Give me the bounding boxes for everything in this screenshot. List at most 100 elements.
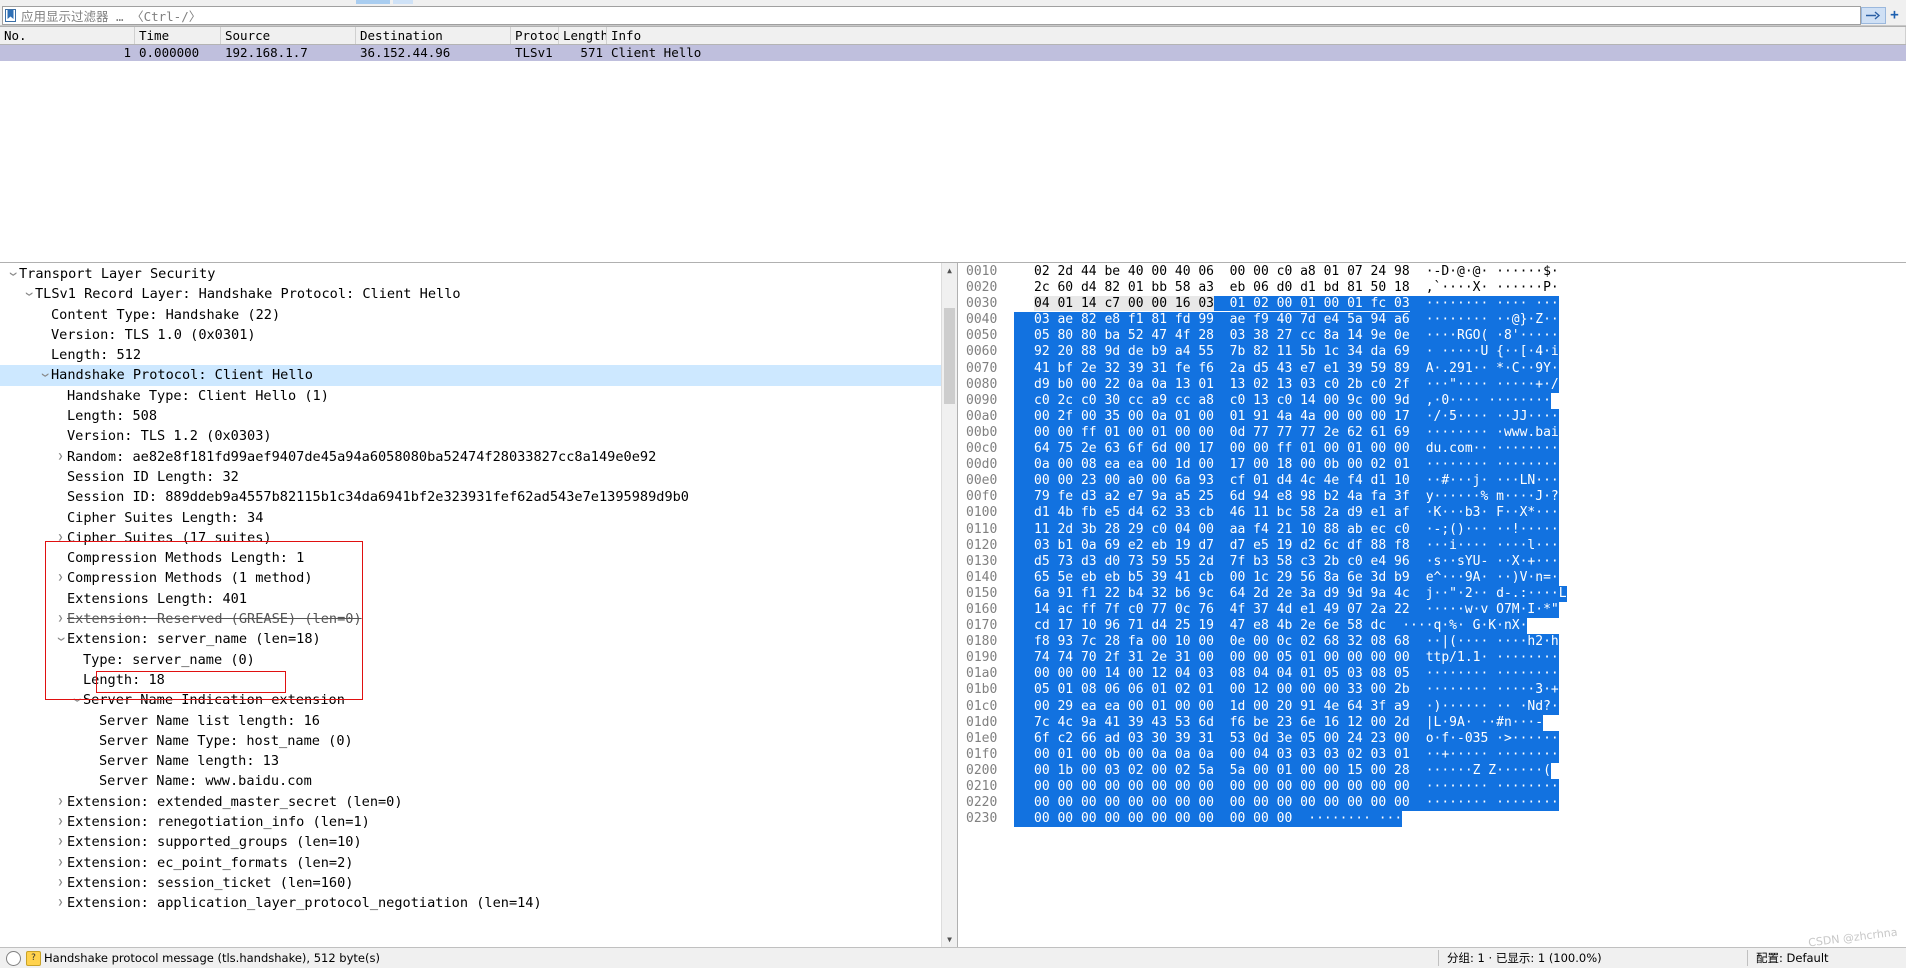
tree-row[interactable]: ❯Cipher Suites Length: 34	[0, 508, 941, 528]
hex-dump-row[interactable]: 011011 2d 3b 28 29 c0 04 00 aa f4 21 10 …	[958, 522, 1906, 538]
tree-row[interactable]: ❯Version: TLS 1.2 (0x0303)	[0, 426, 941, 446]
help-icon[interactable]: ?	[26, 951, 41, 966]
hex-dump-row[interactable]: 0100d1 4b fb e5 d4 62 33 cb 46 11 bc 58 …	[958, 505, 1906, 521]
hex-dump-row[interactable]: 023000 00 00 00 00 00 00 00 00 00 00····…	[958, 811, 1906, 827]
hex-dump-row[interactable]: 01506a 91 f1 22 b4 32 b6 9c 64 2d 2e 3a …	[958, 586, 1906, 602]
toolbar-button-b[interactable]	[393, 0, 413, 4]
tree-row[interactable]: ❯Server Name: www.baidu.com	[0, 771, 941, 791]
chevron-right-icon[interactable]: ❯	[54, 812, 67, 832]
hex-dump-row[interactable]: 004003 ae 82 e8 f1 81 fd 99 ae f9 40 7d …	[958, 312, 1906, 328]
chevron-down-icon[interactable]: ❯	[34, 369, 54, 382]
column-header-no[interactable]: No.	[0, 27, 135, 44]
hex-dump-row[interactable]: 003004 01 14 c7 00 00 16 03 01 02 00 01 …	[958, 296, 1906, 312]
hex-dump-row[interactable]: 00202c 60 d4 82 01 bb 58 a3 eb 06 d0 d1 …	[958, 280, 1906, 296]
chevron-right-icon[interactable]: ❯	[54, 792, 67, 812]
tree-row[interactable]: ❯Random: ae82e8f181fd99aef9407de45a94a60…	[0, 447, 941, 467]
hex-dump-row[interactable]: 0130d5 73 d3 d0 73 59 55 2d 7f b3 58 c3 …	[958, 554, 1906, 570]
oval-icon[interactable]	[6, 951, 21, 966]
scroll-track[interactable]	[942, 278, 957, 932]
hex-dump-row[interactable]: 01b005 01 08 06 06 01 02 01 00 12 00 00 …	[958, 682, 1906, 698]
chevron-right-icon[interactable]: ❯	[54, 528, 67, 548]
hex-dump-row[interactable]: 014065 5e eb eb b5 39 41 cb 00 1c 29 56 …	[958, 570, 1906, 586]
tree-row[interactable]: ❯Transport Layer Security	[0, 264, 941, 284]
tree-row[interactable]: ❯Extension: server_name (len=18)	[0, 629, 941, 649]
scroll-thumb[interactable]	[944, 308, 955, 404]
tree-row[interactable]: ❯Extension: renegotiation_info (len=1)	[0, 812, 941, 832]
tree-row[interactable]: ❯Extension: ec_point_formats (len=2)	[0, 853, 941, 873]
hex-dump-row[interactable]: 001002 2d 44 be 40 00 40 06 00 00 c0 a8 …	[958, 264, 1906, 280]
hex-dump-row[interactable]: 00e000 00 23 00 a0 00 6a 93 cf 01 d4 4c …	[958, 473, 1906, 489]
hex-dump-row[interactable]: 0080d9 b0 00 22 0a 0a 13 01 13 02 13 03 …	[958, 377, 1906, 393]
tree-row[interactable]: ❯Extension: supported_groups (len=10)	[0, 832, 941, 852]
column-header-length[interactable]: Length	[559, 27, 607, 44]
tree-row[interactable]: ❯Extensions Length: 401	[0, 589, 941, 609]
tree-row[interactable]: ❯Length: 18	[0, 670, 941, 690]
hex-dump-row[interactable]: 00a000 2f 00 35 00 0a 01 00 01 91 4a 4a …	[958, 409, 1906, 425]
column-header-protocol[interactable]: Protocol	[511, 27, 559, 44]
chevron-right-icon[interactable]: ❯	[54, 568, 67, 588]
tree-row[interactable]: ❯Handshake Protocol: Client Hello	[0, 365, 941, 385]
chevron-down-icon[interactable]: ❯	[50, 633, 70, 646]
hex-dump-row[interactable]: 016014 ac ff 7f c0 77 0c 76 4f 37 4d e1 …	[958, 602, 1906, 618]
hex-dump-row[interactable]: 006092 20 88 9d de b9 a4 55 7b 82 11 5b …	[958, 344, 1906, 360]
hex-dump-row[interactable]: 022000 00 00 00 00 00 00 00 00 00 00 00 …	[958, 795, 1906, 811]
tree-row[interactable]: ❯Length: 508	[0, 406, 941, 426]
column-header-source[interactable]: Source	[221, 27, 356, 44]
table-row[interactable]: 1 0.000000 192.168.1.7 36.152.44.96 TLSv…	[0, 45, 1906, 61]
tree-row[interactable]: ❯Type: server_name (0)	[0, 650, 941, 670]
tree-row[interactable]: ❯Server Name Type: host_name (0)	[0, 731, 941, 751]
hex-dump-row[interactable]: 0170cd 17 10 96 71 d4 25 19 47 e8 4b 2e …	[958, 618, 1906, 634]
tree-row[interactable]: ❯Handshake Type: Client Hello (1)	[0, 386, 941, 406]
hex-dump-row[interactable]: 00f079 fe d3 a2 e7 9a a5 25 6d 94 e8 98 …	[958, 489, 1906, 505]
status-profile[interactable]: 配置: Default	[1747, 950, 1906, 966]
tree-row[interactable]: ❯Session ID Length: 32	[0, 467, 941, 487]
tree-row[interactable]: ❯Extension: Reserved (GREASE) (len=0)	[0, 609, 941, 629]
hex-dump-row[interactable]: 0090c0 2c c0 30 cc a9 cc a8 c0 13 c0 14 …	[958, 393, 1906, 409]
hex-dump-row[interactable]: 012003 b1 0a 69 e2 eb 19 d7 d7 e5 19 d2 …	[958, 538, 1906, 554]
chevron-right-icon[interactable]: ❯	[54, 873, 67, 893]
chevron-down-icon[interactable]: ❯	[66, 694, 86, 707]
apply-filter-button[interactable]	[1861, 7, 1886, 24]
display-filter-input[interactable]: 应用显示过滤器 … 〈Ctrl-/〉	[2, 6, 1861, 25]
chevron-right-icon[interactable]: ❯	[54, 447, 67, 467]
chevron-right-icon[interactable]: ❯	[54, 832, 67, 852]
hex-dump-row[interactable]: 01e06f c2 66 ad 03 30 39 31 53 0d 3e 05 …	[958, 731, 1906, 747]
detail-scrollbar[interactable]: ▲ ▼	[941, 263, 957, 947]
hex-dump[interactable]: 001002 2d 44 be 40 00 40 06 00 00 c0 a8 …	[958, 263, 1906, 947]
tree-row[interactable]: ❯Cipher Suites (17 suites)	[0, 528, 941, 548]
toolbar-button-a[interactable]	[356, 0, 390, 4]
tree-row[interactable]: ❯Server Name Indication extension	[0, 690, 941, 710]
hex-dump-row[interactable]: 021000 00 00 00 00 00 00 00 00 00 00 00 …	[958, 779, 1906, 795]
hex-dump-row[interactable]: 00b000 00 ff 01 00 01 00 00 0d 77 77 77 …	[958, 425, 1906, 441]
protocol-tree[interactable]: ❯Transport Layer Security❯TLSv1 Record L…	[0, 263, 941, 947]
hex-dump-row[interactable]: 01a000 00 00 14 00 12 04 03 08 04 04 01 …	[958, 666, 1906, 682]
hex-dump-row[interactable]: 019074 74 70 2f 31 2e 31 00 00 00 05 01 …	[958, 650, 1906, 666]
hex-dump-row[interactable]: 020000 1b 00 03 02 00 02 5a 5a 00 01 00 …	[958, 763, 1906, 779]
chevron-right-icon[interactable]: ❯	[54, 609, 67, 629]
tree-row[interactable]: ❯Server Name length: 13	[0, 751, 941, 771]
hex-dump-row[interactable]: 01c000 29 ea ea 00 01 00 00 1d 00 20 91 …	[958, 699, 1906, 715]
scroll-up-icon[interactable]: ▲	[942, 263, 957, 278]
column-header-time[interactable]: Time	[135, 27, 221, 44]
tree-row[interactable]: ❯Server Name list length: 16	[0, 711, 941, 731]
tree-row[interactable]: ❯Extension: extended_master_secret (len=…	[0, 792, 941, 812]
tree-row[interactable]: ❯Content Type: Handshake (22)	[0, 305, 941, 325]
tree-row[interactable]: ❯Version: TLS 1.0 (0x0301)	[0, 325, 941, 345]
chevron-down-icon[interactable]: ❯	[2, 268, 22, 281]
bookmark-icon[interactable]	[4, 8, 17, 23]
column-header-info[interactable]: Info	[607, 27, 1906, 44]
tree-row[interactable]: ❯Extension: application_layer_protocol_n…	[0, 893, 941, 913]
tree-row[interactable]: ❯Compression Methods (1 method)	[0, 568, 941, 588]
chevron-down-icon[interactable]: ❯	[18, 288, 38, 301]
chevron-right-icon[interactable]: ❯	[54, 893, 67, 913]
add-filter-button[interactable]: +	[1887, 8, 1902, 23]
tree-row[interactable]: ❯TLSv1 Record Layer: Handshake Protocol:…	[0, 284, 941, 304]
tree-row[interactable]: ❯Length: 512	[0, 345, 941, 365]
scroll-down-icon[interactable]: ▼	[942, 932, 957, 947]
hex-dump-row[interactable]: 0180f8 93 7c 28 fa 00 10 00 0e 00 0c 02 …	[958, 634, 1906, 650]
column-header-destination[interactable]: Destination	[356, 27, 511, 44]
tree-row[interactable]: ❯Compression Methods Length: 1	[0, 548, 941, 568]
hex-dump-row[interactable]: 01d07c 4c 9a 41 39 43 53 6d f6 be 23 6e …	[958, 715, 1906, 731]
tree-row[interactable]: ❯Extension: session_ticket (len=160)	[0, 873, 941, 893]
hex-dump-row[interactable]: 005005 80 80 ba 52 47 4f 28 03 38 27 cc …	[958, 328, 1906, 344]
